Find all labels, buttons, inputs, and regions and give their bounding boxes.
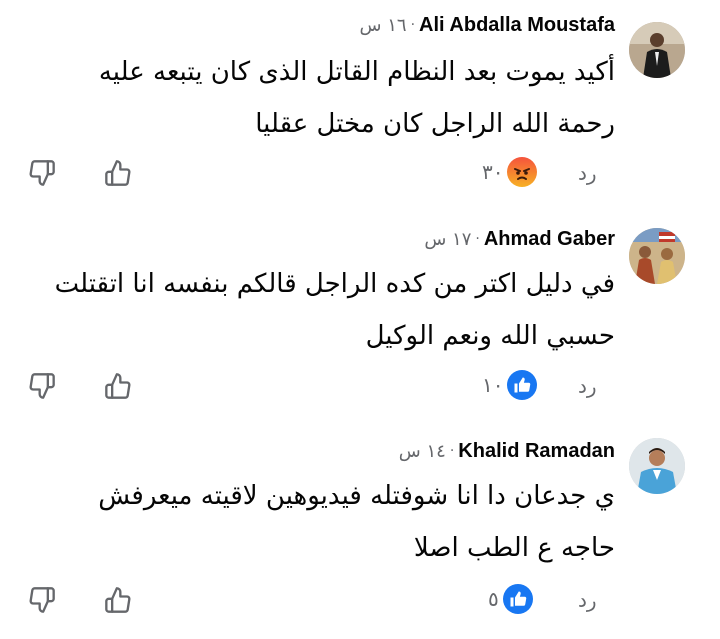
comment-text: أكيد يموت بعد النظام القاتل الذى كان يتب…	[45, 46, 615, 150]
avatar[interactable]	[629, 22, 685, 78]
author-name[interactable]: Ali Abdalla Moustafa	[419, 14, 615, 37]
comment-line: حاجه ع الطب اصلا	[413, 533, 615, 563]
author-name[interactable]: Khalid Ramadan	[458, 440, 615, 463]
comment-line: حسبي الله ونعم الوكيل	[365, 321, 615, 351]
reaction-summary[interactable]: ٣٠	[482, 157, 538, 187]
reaction-count: ٣٠	[482, 160, 504, 184]
reply-link[interactable]: رد	[578, 161, 597, 185]
comment-line: أكيد يموت بعد النظام القاتل الذى كان يتب…	[98, 57, 615, 87]
like-icon[interactable]	[100, 368, 136, 404]
comment-line: رحمة الله الراجل كان مختل عقليا	[255, 109, 615, 139]
dislike-icon[interactable]	[24, 155, 60, 191]
timestamp: ١٦ س	[359, 14, 407, 36]
like-icon[interactable]	[100, 155, 136, 191]
separator-dot: ·	[410, 17, 416, 33]
reaction-count: ١٠	[482, 373, 504, 397]
reaction-summary[interactable]: ١٠	[482, 370, 538, 400]
comment-header: ١٤ س · Khalid Ramadan	[399, 438, 615, 464]
comment-header: ١٧ س · Ahmad Gaber	[424, 226, 615, 252]
avatar[interactable]	[629, 438, 685, 494]
reaction-count: ٥	[488, 587, 499, 611]
comment-header: ١٦ س · Ali Abdalla Moustafa	[360, 12, 615, 38]
comment-line: ي جدعان دا انا شوفتله فيديوهين لاقيته مي…	[98, 481, 615, 511]
author-name[interactable]: Ahmad Gaber	[484, 228, 615, 251]
comment-actions: ٥ رد	[0, 582, 720, 622]
comment-actions: ١٠ رد	[0, 368, 720, 408]
timestamp: ١٤ س	[398, 440, 446, 462]
like-reaction-icon	[507, 370, 538, 400]
like-reaction-icon	[502, 584, 533, 614]
angry-reaction-icon	[507, 157, 538, 187]
dislike-icon[interactable]	[24, 582, 60, 618]
reaction-summary[interactable]: ٥	[488, 584, 533, 614]
comment-text: ي جدعان دا انا شوفتله فيديوهين لاقيته مي…	[45, 470, 615, 574]
reply-link[interactable]: رد	[578, 588, 597, 612]
avatar[interactable]	[629, 228, 685, 284]
comment-line: في دليل اكتر من كده الراجل قالكم بنفسه ا…	[54, 269, 615, 299]
separator-dot: ·	[475, 231, 480, 247]
like-icon[interactable]	[100, 582, 136, 618]
dislike-icon[interactable]	[24, 368, 60, 404]
reply-link[interactable]: رد	[578, 374, 597, 398]
timestamp: ١٧ س	[424, 228, 472, 250]
separator-dot: ·	[449, 443, 455, 459]
comment-text: في دليل اكتر من كده الراجل قالكم بنفسه ا…	[45, 258, 615, 362]
comment-actions: ٣٠ رد	[0, 155, 720, 195]
